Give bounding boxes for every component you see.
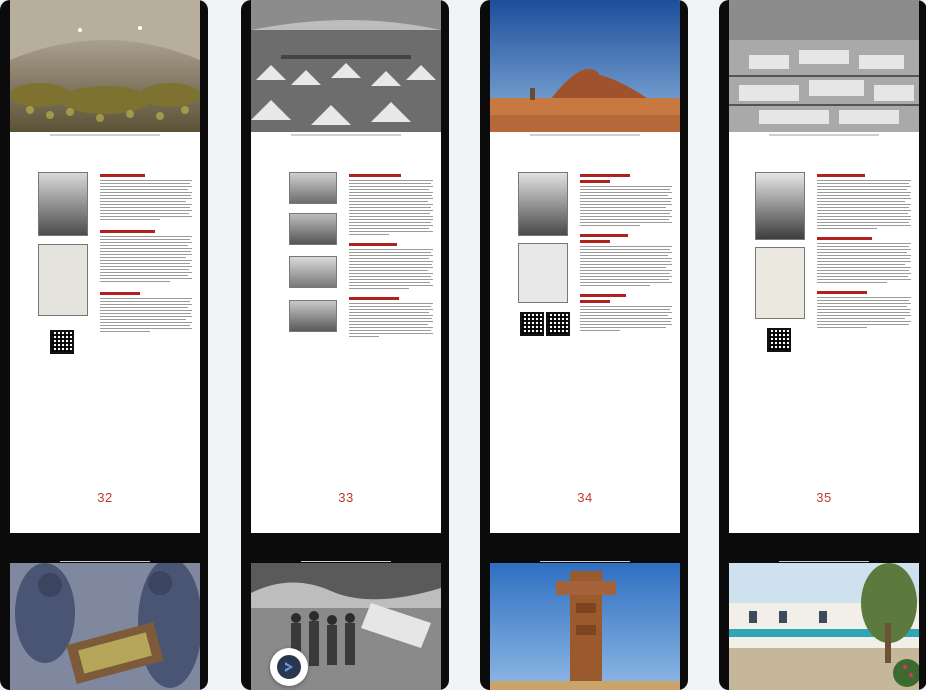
barracks-aerial-photo [729, 0, 919, 132]
text-column [817, 174, 911, 330]
page-bottom-1[interactable] [10, 558, 202, 690]
page-number: 33 [338, 490, 354, 505]
page-bottom-3[interactable] [490, 561, 680, 690]
caption-line [779, 561, 869, 562]
qr-code-icon[interactable] [50, 330, 74, 354]
desert-mountain-photo [490, 0, 680, 132]
page-number: 34 [577, 490, 593, 505]
caption-line [540, 561, 630, 562]
archive-photo [289, 300, 337, 332]
app-badge-button[interactable] [270, 648, 308, 686]
archive-photo [38, 172, 88, 236]
archive-photo [289, 172, 337, 204]
photo-caption [769, 134, 879, 136]
spread-column-3[interactable]: 34 [480, 0, 688, 690]
page-number: 35 [816, 490, 832, 505]
portrait-photo [755, 172, 805, 240]
mine-tunnel-photo [10, 0, 200, 132]
camp-tents-photo [251, 0, 441, 132]
photo-caption [50, 134, 160, 136]
text-column [580, 174, 672, 333]
map-scan [518, 243, 568, 303]
spread-grid: 32 33 34 35 [0, 0, 926, 690]
page-32[interactable]: 32 [10, 0, 200, 533]
soldiers-inspecting-photo [10, 558, 202, 690]
page-34[interactable]: 34 [490, 0, 680, 533]
caption-line [301, 561, 391, 562]
photo-caption [291, 134, 401, 136]
gap [208, 0, 241, 690]
gap [449, 0, 480, 690]
photo-caption [530, 134, 640, 136]
qr-code-icon[interactable] [767, 328, 791, 352]
gap [688, 0, 719, 690]
monument-photo [490, 563, 680, 690]
page-35[interactable]: 35 [729, 0, 919, 533]
spread-column-2[interactable]: 33 [241, 0, 449, 690]
page-33[interactable]: 33 [251, 0, 441, 533]
caption-line [60, 561, 150, 562]
newspaper-scan [755, 247, 805, 319]
page-bottom-4[interactable] [729, 561, 921, 690]
courtyard-building-photo [729, 563, 921, 690]
qr-code-icon[interactable] [546, 312, 570, 336]
document-scan [38, 244, 88, 316]
page-number: 32 [97, 490, 113, 505]
text-column [349, 174, 433, 339]
archive-photo [289, 213, 337, 245]
share-arrow-icon [277, 655, 301, 679]
qr-code-icon[interactable] [520, 312, 544, 336]
archive-photo [518, 172, 568, 236]
text-column [100, 174, 192, 334]
archive-photo [289, 256, 337, 288]
spread-column-4[interactable]: 35 [719, 0, 926, 690]
spread-column-1[interactable]: 32 [0, 0, 208, 690]
